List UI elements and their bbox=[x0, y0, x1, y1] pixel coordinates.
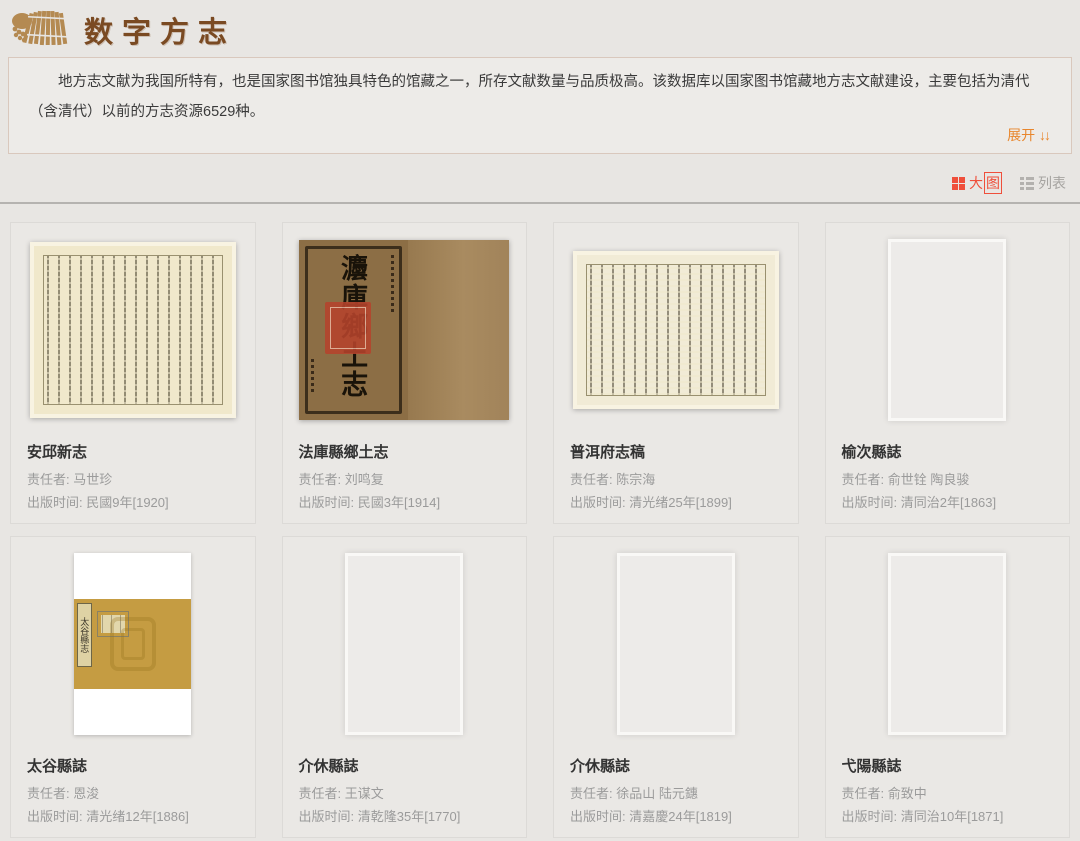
book-card[interactable]: 灋庫鄉土志 法庫縣鄉土志 责任者: 刘鸣复 出版时间: 民國3年[1914] bbox=[281, 222, 527, 524]
book-card[interactable]: 安邱新志 责任者: 马世珍 出版时间: 民國9年[1920] bbox=[10, 222, 256, 524]
book-title[interactable]: 安邱新志 bbox=[27, 441, 239, 462]
bamboo-scroll-icon bbox=[12, 10, 70, 46]
author-label: 责任者: bbox=[570, 472, 613, 487]
book-title[interactable]: 法庫縣鄉土志 bbox=[299, 441, 511, 462]
pubdate-value: 清光绪25年[1899] bbox=[629, 494, 732, 510]
list-view-label: 列表 bbox=[1038, 175, 1066, 191]
book-cover-placeholder[interactable] bbox=[283, 537, 527, 743]
author-label: 责任者: bbox=[298, 472, 342, 487]
author-label: 责任者: bbox=[27, 786, 70, 801]
book-title[interactable]: 普洱府志稿 bbox=[570, 441, 782, 462]
author-label: 责任者: bbox=[841, 472, 885, 487]
watermark-seal-icon bbox=[110, 617, 157, 671]
book-cover-anqiu-scan[interactable] bbox=[11, 223, 255, 429]
book-card[interactable]: 榆次縣誌 责任者: 俞世铨 陶良骏 出版时间: 清同治2年[1863] bbox=[824, 222, 1070, 524]
spine-label-text: 太谷縣志 bbox=[77, 603, 93, 667]
book-cover-placeholder[interactable] bbox=[826, 537, 1070, 743]
author-label: 责任者: bbox=[570, 786, 613, 801]
book-grid: 安邱新志 责任者: 马世珍 出版时间: 民國9年[1920] 灋庫鄉土志 法庫縣… bbox=[10, 222, 1070, 838]
book-title[interactable]: 介休縣誌 bbox=[570, 755, 782, 776]
pubdate-value: 清同治10年[1871] bbox=[900, 808, 1004, 824]
author-value: 恩浚 bbox=[73, 786, 100, 801]
pubdate-label: 出版时间: bbox=[570, 494, 626, 510]
red-seal-stamp bbox=[325, 302, 372, 354]
expand-link[interactable]: 展开 ↓↓ bbox=[1007, 125, 1051, 145]
pubdate-label: 出版时间: bbox=[570, 808, 626, 824]
section-divider bbox=[0, 202, 1080, 204]
book-cover-taigu[interactable]: 太谷縣志 bbox=[11, 537, 255, 743]
author-value: 俞致中 bbox=[887, 786, 927, 801]
expand-label: 展开 bbox=[1007, 127, 1036, 143]
book-cover-placeholder[interactable] bbox=[554, 537, 798, 743]
book-title[interactable]: 太谷縣誌 bbox=[27, 755, 239, 776]
author-value: 王谋文 bbox=[344, 786, 384, 801]
book-card[interactable]: 介休縣誌 责任者: 徐品山 陆元鏸 出版时间: 清嘉慶24年[1819] bbox=[553, 536, 799, 838]
book-card[interactable]: 弋陽縣誌 责任者: 俞致中 出版时间: 清同治10年[1871] bbox=[824, 536, 1070, 838]
pubdate-value: 民國9年[1920] bbox=[86, 494, 169, 510]
author-label: 责任者: bbox=[841, 786, 885, 801]
pubdate-value: 清嘉慶24年[1819] bbox=[629, 808, 732, 824]
pubdate-label: 出版时间: bbox=[841, 494, 898, 510]
list-view-icon bbox=[1020, 176, 1034, 190]
pubdate-value: 清光绪12年[1886] bbox=[86, 808, 189, 824]
book-card[interactable]: 介休縣誌 责任者: 王谋文 出版时间: 清乾隆35年[1770] bbox=[281, 536, 527, 838]
book-title[interactable]: 弋陽縣誌 bbox=[842, 755, 1054, 776]
author-value: 陈宗海 bbox=[616, 472, 656, 487]
view-toggle-list[interactable]: 列表 bbox=[1020, 173, 1066, 193]
pubdate-label: 出版时间: bbox=[298, 808, 355, 824]
pubdate-value: 民國3年[1914] bbox=[357, 494, 441, 510]
large-view-label-prefix: 大 bbox=[969, 175, 983, 191]
author-label: 责任者: bbox=[298, 786, 342, 801]
pubdate-label: 出版时间: bbox=[298, 494, 355, 510]
pubdate-label: 出版时间: bbox=[841, 808, 898, 824]
author-value: 俞世铨 陶良骏 bbox=[887, 472, 970, 487]
book-title[interactable]: 榆次縣誌 bbox=[842, 441, 1054, 462]
author-value: 刘鸣复 bbox=[344, 472, 384, 487]
large-view-label-boxed: 图 bbox=[984, 172, 1002, 194]
book-cover-puer-scan[interactable] bbox=[554, 223, 798, 429]
pubdate-label: 出版时间: bbox=[27, 808, 83, 824]
book-card[interactable]: 普洱府志稿 责任者: 陈宗海 出版时间: 清光绪25年[1899] bbox=[553, 222, 799, 524]
page-header: 数字方志 bbox=[0, 0, 1080, 57]
author-value: 徐品山 陆元鏸 bbox=[616, 786, 698, 801]
pubdate-value: 清同治2年[1863] bbox=[900, 494, 997, 510]
database-intro-panel: 地方志文献为我国所特有，也是国家图书馆独具特色的馆藏之一，所存文献数量与品质极高… bbox=[8, 57, 1072, 154]
page-title: 数字方志 bbox=[84, 15, 237, 49]
grid-view-icon bbox=[952, 176, 965, 190]
pubdate-label: 出版时间: bbox=[27, 494, 83, 510]
author-label: 责任者: bbox=[27, 472, 70, 487]
expand-arrows-icon: ↓↓ bbox=[1039, 127, 1051, 143]
view-toggle-large[interactable]: 大图 bbox=[952, 172, 1002, 194]
view-toolbar: 大图 列表 bbox=[0, 154, 1080, 198]
book-cover-faku[interactable]: 灋庫鄉土志 bbox=[283, 223, 527, 429]
author-value: 马世珍 bbox=[73, 472, 113, 487]
book-cover-placeholder[interactable] bbox=[826, 223, 1070, 429]
book-title[interactable]: 介休縣誌 bbox=[299, 755, 511, 776]
intro-text: 地方志文献为我国所特有，也是国家图书馆独具特色的馆藏之一，所存文献数量与品质极高… bbox=[29, 74, 1030, 120]
book-card[interactable]: 太谷縣志 太谷縣誌 责任者: 恩浚 出版时间: 清光绪12年[1886] bbox=[10, 536, 256, 838]
pubdate-value: 清乾隆35年[1770] bbox=[357, 808, 461, 824]
